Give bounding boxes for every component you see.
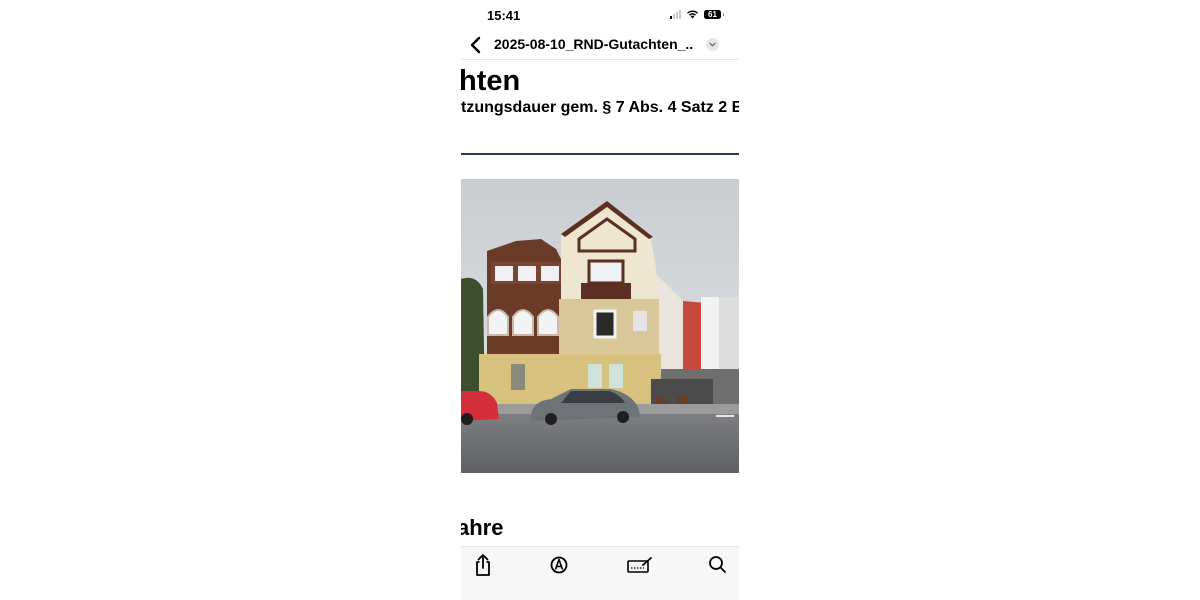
- document-content[interactable]: hten tzungsdauer gem. § 7 Abs. 4 Satz 2 …: [461, 60, 739, 546]
- status-time: 15:41: [487, 8, 521, 23]
- phone-screen: 15:41 61 2025-08-10_RND-Gutachten_... ht…: [461, 0, 739, 600]
- document-section-heading: ahre: [461, 515, 504, 540]
- cellular-signal-icon: [670, 9, 681, 19]
- wifi-icon: [687, 10, 698, 19]
- document-title[interactable]: 2025-08-10_RND-Gutachten_...: [494, 36, 694, 52]
- document-heading: hten: [461, 65, 521, 97]
- chevron-down-icon: [709, 42, 716, 47]
- back-button[interactable]: [467, 34, 487, 56]
- document-subheading: tzungsdauer gem. § 7 Abs. 4 Satz 2 EStG: [461, 99, 739, 116]
- nav-bar: 2025-08-10_RND-Gutachten_...: [461, 30, 739, 60]
- share-icon: [476, 554, 490, 576]
- search-icon: [709, 556, 726, 573]
- status-bar: 15:41 61: [461, 0, 739, 30]
- building-photo: [461, 179, 739, 473]
- chevron-left-icon: [470, 36, 481, 54]
- battery-level: 61: [708, 9, 717, 19]
- title-menu-button[interactable]: [706, 38, 719, 51]
- signature-icon: [627, 557, 652, 573]
- battery-icon: 61: [704, 9, 724, 19]
- bottom-toolbar: [461, 546, 739, 600]
- status-icons: 61: [670, 9, 724, 19]
- share-button[interactable]: [469, 553, 497, 577]
- markup-icon: [550, 556, 568, 574]
- divider-line: [461, 153, 739, 155]
- markup-button[interactable]: [545, 553, 573, 577]
- search-button[interactable]: [703, 553, 731, 577]
- signature-button[interactable]: [625, 553, 653, 577]
